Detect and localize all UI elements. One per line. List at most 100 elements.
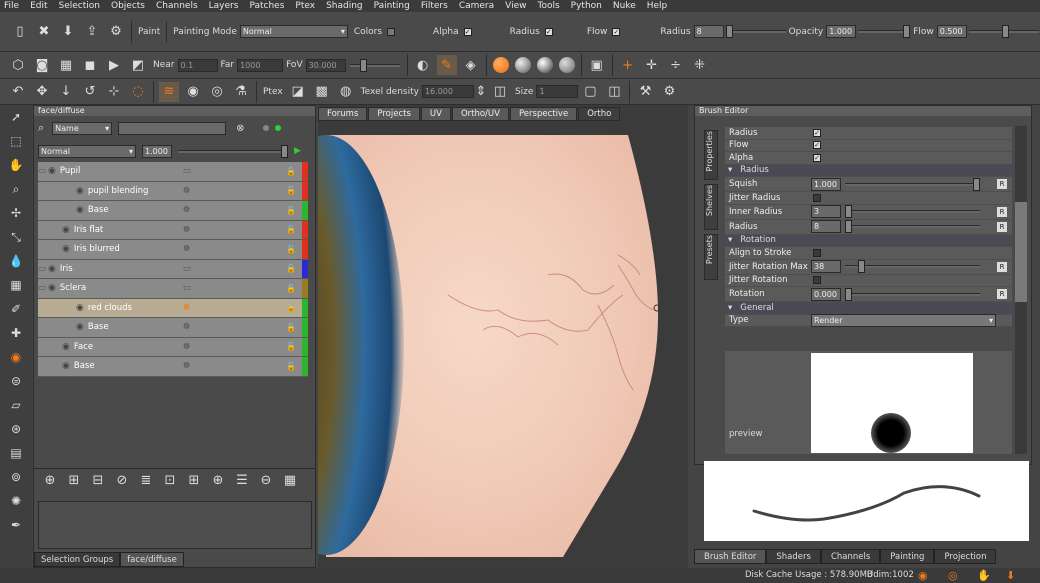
- square-icon[interactable]: ▢: [580, 82, 600, 102]
- target-icon[interactable]: ◎: [948, 569, 958, 582]
- list-icon[interactable]: ☰: [232, 471, 252, 491]
- filter-input[interactable]: [118, 121, 227, 135]
- menu-nuke[interactable]: Nuke: [613, 1, 636, 11]
- download-icon[interactable]: ⬇: [1006, 569, 1015, 582]
- slider-handle[interactable]: [281, 144, 288, 158]
- spinner-icon[interactable]: ⇕: [476, 82, 487, 102]
- gradient-icon[interactable]: ▤: [0, 441, 32, 465]
- scrollbar[interactable]: [1015, 126, 1027, 454]
- box-icon[interactable]: ◼: [80, 55, 100, 75]
- swirl-icon[interactable]: ⊚: [0, 465, 32, 489]
- slider-handle[interactable]: [973, 177, 980, 191]
- plus-orange-icon[interactable]: +: [618, 55, 638, 75]
- alpha-checkbox[interactable]: ✓: [463, 27, 472, 36]
- opacity-field[interactable]: 1.000: [826, 25, 857, 38]
- layer-opacity-slider[interactable]: [178, 144, 288, 158]
- tab-forums[interactable]: Forums: [318, 107, 368, 121]
- colors-checkbox[interactable]: [387, 27, 396, 36]
- slider-handle[interactable]: [1001, 25, 1009, 38]
- play-icon[interactable]: ▶: [294, 146, 301, 156]
- lock-icon[interactable]: 🔓: [286, 323, 296, 332]
- radius-checkbox[interactable]: ✓: [544, 27, 553, 36]
- collapse-arrow-icon[interactable]: ▾: [728, 303, 732, 313]
- layer-row[interactable]: ◉ Base ❁ 🔓: [38, 201, 308, 221]
- property-checkbox[interactable]: ✓: [813, 128, 821, 137]
- stamp-icon[interactable]: ✐: [0, 297, 32, 321]
- layer-row[interactable]: ▭ ◉ Iris ▭ 🔓: [38, 259, 308, 279]
- size-field[interactable]: 1: [536, 85, 579, 98]
- zoom-icon[interactable]: ⌕: [0, 177, 32, 201]
- visibility-eye-icon[interactable]: ◉: [48, 264, 56, 274]
- reset-button[interactable]: R: [997, 261, 1007, 272]
- add-mask-icon[interactable]: ⊘: [112, 471, 132, 491]
- add-adjust-icon[interactable]: ⊟: [88, 471, 108, 491]
- property-value-field[interactable]: 3: [811, 205, 841, 218]
- blur-icon[interactable]: ✺: [0, 489, 32, 513]
- lock-icon[interactable]: 🔓: [286, 303, 296, 312]
- flow-checkbox[interactable]: ✓: [612, 27, 621, 36]
- rotate-icon[interactable]: ↺: [80, 82, 100, 102]
- layer-notes-area[interactable]: [38, 501, 312, 549]
- import-icon[interactable]: ⇪: [82, 22, 102, 42]
- frame-icon[interactable]: ▣: [587, 55, 607, 75]
- tool-b-icon[interactable]: ⚙: [659, 82, 679, 102]
- undo-icon[interactable]: ↶: [8, 82, 28, 102]
- add-paint-layer-icon[interactable]: ⊕: [40, 471, 60, 491]
- scroll-thumb[interactable]: [1015, 202, 1027, 302]
- new-file-icon[interactable]: ▯: [10, 22, 30, 42]
- tab-shaders[interactable]: Shaders: [766, 549, 821, 564]
- property-value-field[interactable]: 0.000: [811, 287, 841, 301]
- tab-ortho-uv[interactable]: Ortho/UV: [451, 107, 509, 121]
- flow-field[interactable]: 0.500: [936, 25, 967, 38]
- tab-selection-groups[interactable]: Selection Groups: [34, 552, 121, 567]
- group-header[interactable]: ▾ Rotation: [725, 234, 1012, 247]
- menu-selection[interactable]: Selection: [59, 1, 100, 11]
- dotted-circle-icon[interactable]: ◌: [128, 82, 148, 102]
- slider-handle[interactable]: [845, 220, 852, 233]
- select-arrow-icon[interactable]: ➚: [0, 105, 32, 129]
- menu-camera[interactable]: Camera: [459, 1, 494, 11]
- side-tab-shelves[interactable]: Shelves: [704, 184, 718, 230]
- slider-handle[interactable]: [725, 25, 733, 38]
- collapse-arrow-icon[interactable]: ▾: [728, 235, 732, 245]
- slider-handle[interactable]: [359, 58, 367, 72]
- close-file-icon[interactable]: ✖: [34, 22, 54, 42]
- lock-icon[interactable]: 🔓: [286, 186, 296, 195]
- layer-opacity-field[interactable]: 1.000: [142, 144, 172, 158]
- property-checkbox[interactable]: [813, 248, 821, 257]
- lock-icon[interactable]: 🔓: [286, 284, 296, 293]
- property-checkbox[interactable]: [813, 193, 821, 202]
- property-slider[interactable]: [845, 260, 980, 273]
- ptex-grid-icon[interactable]: ▩: [312, 82, 332, 102]
- paint-can-icon[interactable]: ⚗: [231, 82, 251, 102]
- brush-select-icon[interactable]: ◐: [413, 55, 433, 75]
- menu-edit[interactable]: Edit: [30, 1, 47, 11]
- collapse-arrow-icon[interactable]: ▾: [728, 165, 732, 175]
- resize-icon[interactable]: ⤡: [0, 225, 32, 249]
- property-slider[interactable]: [845, 177, 980, 191]
- layer-row[interactable]: ◉ red clouds ❁ 🔓: [38, 298, 308, 318]
- tool-a-icon[interactable]: ⚒: [635, 82, 655, 102]
- painting-mode-select[interactable]: Normal ▾: [239, 25, 348, 38]
- radius-slider[interactable]: [725, 25, 786, 38]
- paint-brush-icon[interactable]: ✎: [436, 55, 457, 75]
- clone-icon[interactable]: ⊛: [0, 417, 32, 441]
- group-header[interactable]: ▾ General: [725, 302, 1012, 315]
- menu-patches[interactable]: Patches: [249, 1, 284, 11]
- flow-slider[interactable]: [968, 25, 1039, 38]
- tab-face-diffuse[interactable]: face/diffuse: [120, 552, 184, 567]
- reset-button[interactable]: R: [997, 179, 1007, 189]
- add-layer-icon[interactable]: ⊞: [64, 471, 84, 491]
- side-tab-properties[interactable]: Properties: [704, 130, 718, 180]
- blend-mode-select[interactable]: Normal ▾: [38, 144, 136, 158]
- visibility-eye-icon[interactable]: ◉: [76, 186, 84, 196]
- far-field[interactable]: 1000: [237, 58, 284, 72]
- slider-handle[interactable]: [858, 260, 865, 273]
- hand-icon[interactable]: ✋: [977, 569, 991, 582]
- property-value-field[interactable]: 38: [811, 260, 841, 273]
- property-checkbox[interactable]: ✓: [813, 141, 821, 150]
- save-icon[interactable]: ⬇: [58, 22, 78, 42]
- paint-icon[interactable]: ◉: [0, 345, 32, 369]
- grid-icon[interactable]: ▦: [0, 273, 32, 297]
- side-tab-presets[interactable]: Presets: [704, 234, 718, 280]
